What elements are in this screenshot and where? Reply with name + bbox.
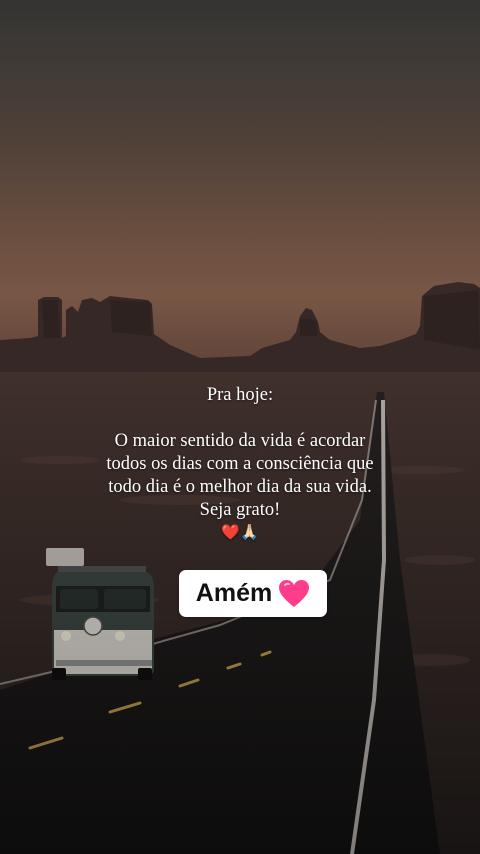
caption-line: todos os dias com a consciência que	[106, 454, 374, 474]
caption-line: todo dia é o melhor dia da sua vida.	[108, 477, 372, 497]
caption-text: Pra hoje: O maior sentido da vida é acor…	[40, 384, 440, 542]
heart-pray-emojis: ❤️🙏🏻	[221, 523, 259, 541]
caption-line: O maior sentido da vida é acordar	[114, 431, 366, 451]
caption-line: Seja grato!	[199, 500, 281, 520]
pink-heart-icon	[279, 579, 310, 607]
sticker-label: Amém	[195, 579, 273, 607]
amem-sticker: Amém	[179, 570, 327, 617]
caption-heading: Pra hoje:	[206, 385, 274, 405]
